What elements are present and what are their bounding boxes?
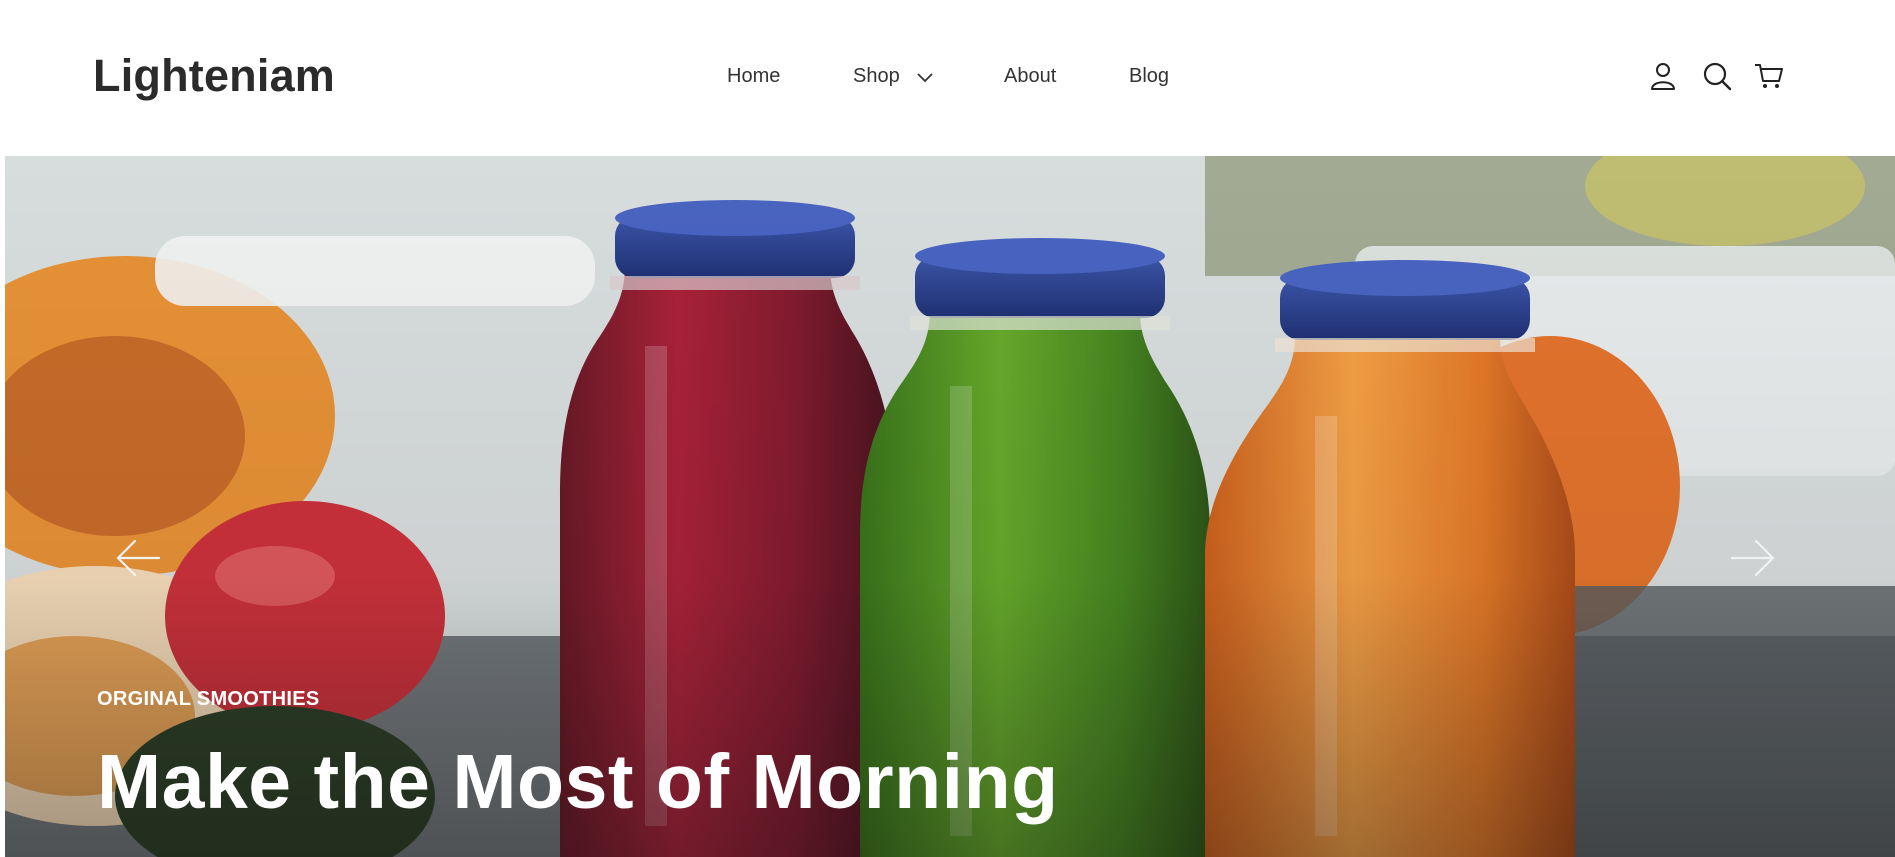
- cart-icon[interactable]: [1753, 60, 1785, 92]
- hero-eyebrow: ORGINAL SMOOTHIES: [97, 688, 320, 710]
- account-icon[interactable]: [1647, 60, 1679, 92]
- nav-item-shop-label: Shop: [853, 65, 900, 87]
- arrow-left-icon[interactable]: [115, 538, 161, 578]
- nav-item-about[interactable]: About: [1004, 63, 1056, 89]
- chevron-down-icon: [917, 64, 933, 90]
- nav-item-home[interactable]: Home: [727, 63, 780, 89]
- hero-headline: Make the Most of Morning: [97, 739, 1059, 825]
- arrow-right-icon[interactable]: [1730, 538, 1776, 578]
- search-icon[interactable]: [1701, 60, 1733, 92]
- hero-banner: ORGINAL SMOOTHIES Make the Most of Morni…: [5, 156, 1895, 857]
- site-header: Lighteniam Home Shop About Blog: [0, 0, 1895, 156]
- nav-item-blog[interactable]: Blog: [1129, 63, 1169, 89]
- nav-item-shop[interactable]: Shop: [853, 63, 933, 90]
- brand-logo[interactable]: Lighteniam: [93, 50, 335, 102]
